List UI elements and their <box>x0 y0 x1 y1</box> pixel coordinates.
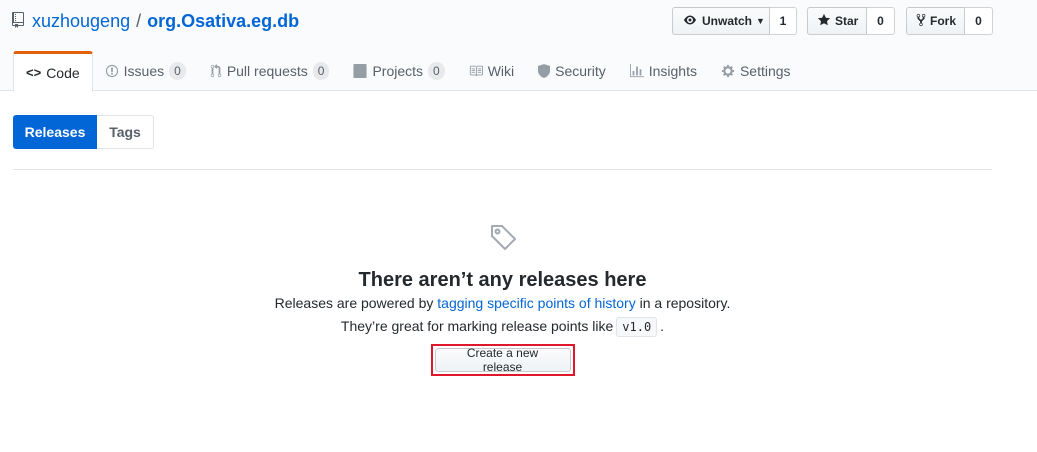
tab-code-label: Code <box>46 64 80 81</box>
create-new-release-button[interactable]: Create a new release <box>434 346 571 374</box>
line1-text-after: in a repository. <box>635 295 731 311</box>
fork-label: Fork <box>930 14 957 28</box>
projects-counter: 0 <box>428 62 445 80</box>
repo-icon <box>12 12 26 30</box>
fork-button[interactable]: Fork <box>906 7 965 35</box>
empty-releases-blankslate: There aren’t any releases here Releases … <box>13 222 992 376</box>
path-separator: / <box>136 10 142 31</box>
shield-icon <box>538 64 551 78</box>
tab-insights-label: Insights <box>648 63 697 79</box>
tab-issues-label: Issues <box>123 63 165 79</box>
watch-group: Unwatch ▼ 1 <box>672 7 797 35</box>
tab-pull-requests-label: Pull requests <box>226 63 308 79</box>
star-label: Star <box>835 14 859 28</box>
tab-wiki-label: Wiki <box>487 63 515 79</box>
tags-tab-button[interactable]: Tags <box>97 115 154 149</box>
tab-projects[interactable]: Projects 0 <box>341 51 456 91</box>
pull-request-icon <box>210 64 222 78</box>
tab-settings-label: Settings <box>739 63 791 79</box>
star-icon <box>817 13 831 30</box>
forks-count[interactable]: 0 <box>965 7 993 35</box>
releases-tab-button[interactable]: Releases <box>13 115 97 149</box>
tab-security-label: Security <box>555 63 606 79</box>
tagging-docs-link[interactable]: tagging specific points of history <box>437 295 635 311</box>
version-code: v1.0 <box>616 317 658 337</box>
graph-icon <box>629 64 644 78</box>
tag-icon <box>488 222 518 252</box>
issues-counter: 0 <box>169 62 186 80</box>
line2-text-after: . <box>660 318 665 334</box>
tab-insights[interactable]: Insights <box>618 51 709 91</box>
book-icon <box>469 64 483 78</box>
gear-icon <box>721 64 735 78</box>
tab-pull-requests[interactable]: Pull requests 0 <box>198 51 342 91</box>
star-group: Star 0 <box>807 7 895 35</box>
blankslate-heading: There aren’t any releases here <box>358 269 647 291</box>
project-icon <box>353 64 367 78</box>
code-icon: <> <box>26 65 42 80</box>
create-release-highlight: Create a new release <box>430 344 575 376</box>
chevron-down-icon: ▼ <box>756 16 765 26</box>
watchers-count[interactable]: 1 <box>770 7 797 35</box>
tab-code[interactable]: <> Code <box>13 51 93 92</box>
unwatch-label: Unwatch <box>702 14 753 28</box>
repo-owner-link[interactable]: xuzhougeng <box>32 11 130 32</box>
divider <box>13 169 992 170</box>
repo-name-link[interactable]: org.Osativa.eg.db <box>147 11 299 32</box>
tab-settings[interactable]: Settings <box>709 51 803 91</box>
blankslate-line-1: Releases are powered by tagging specific… <box>13 293 992 314</box>
tab-wiki[interactable]: Wiki <box>457 51 526 91</box>
repo-tabs: <> Code Issues 0 Pull requests 0 Project… <box>13 51 803 92</box>
tab-projects-label: Projects <box>372 63 424 79</box>
line1-text-before: Releases are powered by <box>274 295 438 311</box>
star-button[interactable]: Star <box>807 7 867 35</box>
unwatch-button[interactable]: Unwatch ▼ <box>672 7 770 35</box>
stars-count[interactable]: 0 <box>867 7 895 35</box>
releases-subnav: Releases Tags <box>13 115 154 149</box>
fork-icon <box>916 13 926 30</box>
blankslate-line-2: They’re great for marking release points… <box>13 316 992 338</box>
issue-icon <box>105 64 119 78</box>
repo-title: xuzhougeng / org.Osativa.eg.db <box>12 10 299 32</box>
repo-header: xuzhougeng / org.Osativa.eg.db Unwatch ▼… <box>0 0 1037 92</box>
fork-group: Fork 0 <box>906 7 993 35</box>
tab-security[interactable]: Security <box>526 51 618 91</box>
eye-icon <box>682 14 698 29</box>
tab-issues[interactable]: Issues 0 <box>93 51 198 91</box>
line2-text-before: They’re great for marking release points… <box>340 318 614 334</box>
pull-requests-counter: 0 <box>312 62 330 80</box>
